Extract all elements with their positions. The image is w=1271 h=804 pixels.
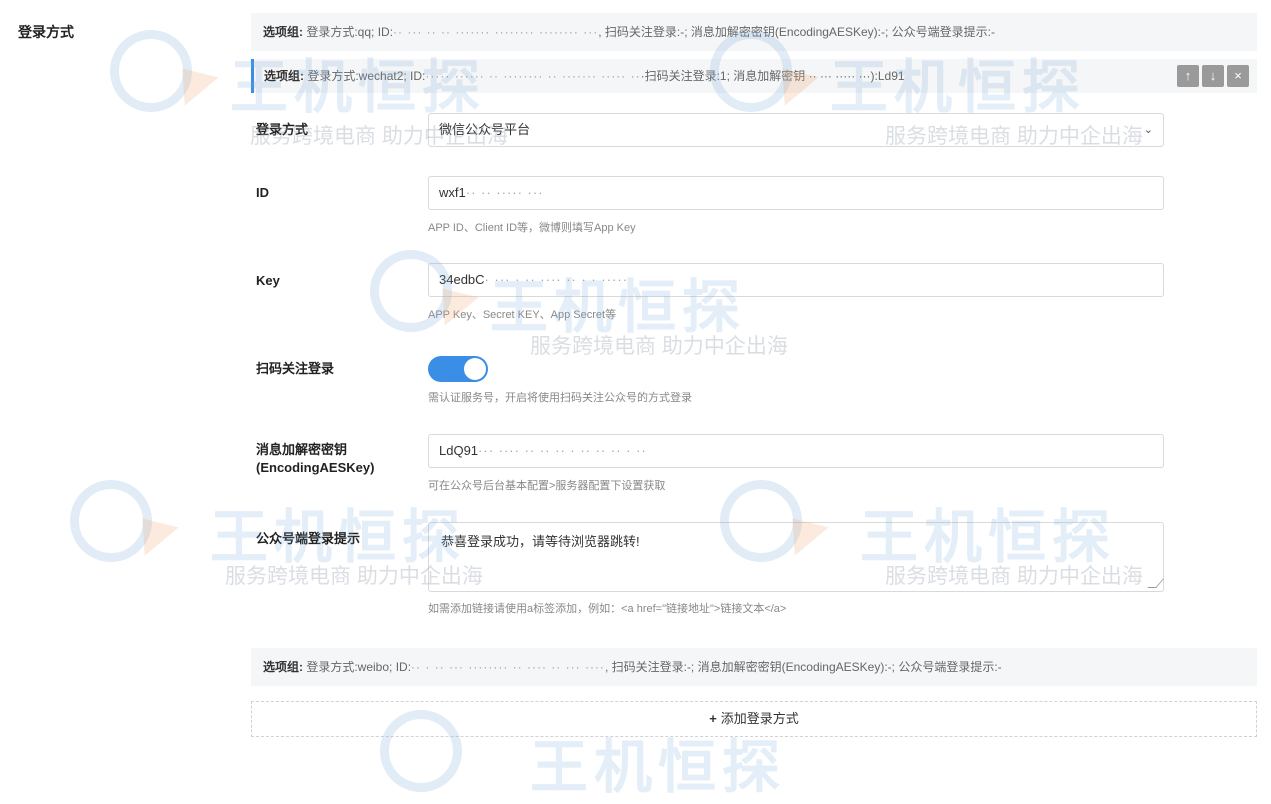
scan-login-label: 扫码关注登录 <box>256 361 335 376</box>
group-tag: 选项组: <box>263 25 303 39</box>
plus-icon: + <box>709 711 717 726</box>
group-text: 登录方式:qq; ID: <box>306 25 394 39</box>
globe-icon <box>110 30 192 112</box>
group-tag: 选项组: <box>264 69 304 83</box>
group-text: 登录方式:wechat2; ID: <box>307 69 426 83</box>
scan-login-toggle[interactable] <box>428 356 488 382</box>
scan-login-help: 需认证服务号，开启将使用扫码关注公众号的方式登录 <box>428 392 692 404</box>
key-label: Key <box>256 273 280 288</box>
group-blurred-id: ····· ······ ·· ········ ·· ······· ····… <box>425 69 641 83</box>
group-blurred-id: ·· ··· ·· ·· ······· ········ ········ ·… <box>393 25 599 39</box>
group-tail: ·扫码关注登录:1; 消息加解密钥 ·· ··· ····· ···):Ld91 <box>640 69 905 83</box>
aes-key-label-line2: (EncodingAESKey) <box>256 460 375 475</box>
move-down-icon[interactable]: ↓ <box>1202 65 1224 87</box>
cursor-icon <box>125 504 179 556</box>
globe-icon <box>70 480 152 562</box>
option-group-wechat2[interactable]: 选项组: 登录方式:wechat2; ID:····· ······ ·· ··… <box>251 59 1257 93</box>
option-group-qq[interactable]: 选项组: 登录方式:qq; ID:·· ··· ·· ·· ······· ··… <box>251 13 1257 51</box>
login-tip-textarea[interactable]: 恭喜登录成功，请等待浏览器跳转! <box>428 522 1164 592</box>
group-blurred-id: ·· · ·· ··· ········ ·· ···· ·· ··· ···· <box>411 660 605 674</box>
cursor-icon <box>165 54 219 106</box>
key-blurred: · ··· · ·· ···· ·· · · ····· <box>484 272 629 287</box>
aes-key-blurred: ··· ···· ·· ·· ·· · ·· ·· ·· · ·· <box>478 443 647 458</box>
aes-key-input[interactable]: LdQ91··· ···· ·· ·· ·· · ·· ·· ·· · ·· <box>428 434 1164 468</box>
id-value: wxf1 <box>439 185 466 200</box>
toggle-knob <box>464 358 486 380</box>
key-value: 34edbC <box>439 272 485 287</box>
aes-key-value: LdQ91 <box>439 443 479 458</box>
login-method-label: 登录方式 <box>256 122 309 137</box>
option-group-weibo[interactable]: 选项组: 登录方式:weibo; ID:·· · ·· ··· ········… <box>251 648 1257 686</box>
section-label: 登录方式 <box>18 24 74 40</box>
resize-handle-icon[interactable] <box>1147 579 1164 588</box>
close-icon[interactable]: × <box>1227 65 1249 87</box>
aes-key-label: 消息加解密密钥 (EncodingAESKey) <box>256 441 374 477</box>
group-text: 登录方式:weibo; ID: <box>306 660 412 674</box>
aes-key-help: 可在公众号后台基本配置>服务器配置下设置获取 <box>428 480 666 492</box>
id-label: ID <box>256 185 269 200</box>
group-tag: 选项组: <box>263 660 303 674</box>
login-tip-value: 恭喜登录成功，请等待浏览器跳转! <box>441 534 640 549</box>
id-blurred: ·· ·· ····· ··· <box>465 185 544 200</box>
add-login-method-button[interactable]: + 添加登录方式 <box>251 701 1257 737</box>
add-login-method-label: 添加登录方式 <box>720 711 799 726</box>
key-input[interactable]: 34edbC· ··· · ·· ···· ·· · · ····· <box>428 263 1164 297</box>
id-input[interactable]: wxf1·· ·· ····· ··· <box>428 176 1164 210</box>
login-method-value: 微信公众号平台 <box>439 122 531 137</box>
aes-key-label-line1: 消息加解密密钥 <box>256 442 348 457</box>
group-actions: ↑ ↓ × <box>1177 65 1249 87</box>
watermark-slogan: 服务跨境电商 助力中企出海 <box>530 335 788 358</box>
id-help: APP ID、Client ID等，微博则填写App Key <box>428 222 636 234</box>
group-tail: , 扫码关注登录:-; 消息加解密密钥(EncodingAESKey):-; 公… <box>604 660 1002 674</box>
chevron-down-icon: ⌄ <box>1143 124 1153 136</box>
move-up-icon[interactable]: ↑ <box>1177 65 1199 87</box>
group-tail: , 扫码关注登录:-; 消息加解密密钥(EncodingAESKey):-; 公… <box>598 25 995 39</box>
login-method-select[interactable]: 微信公众号平台 ⌄ <box>428 113 1164 147</box>
login-tip-help: 如需添加链接请使用a标签添加，例如：<a href="链接地址">链接文本</a… <box>428 603 787 615</box>
key-help: APP Key、Secret KEY、App Secret等 <box>428 309 617 321</box>
login-tip-label: 公众号端登录提示 <box>256 531 361 546</box>
